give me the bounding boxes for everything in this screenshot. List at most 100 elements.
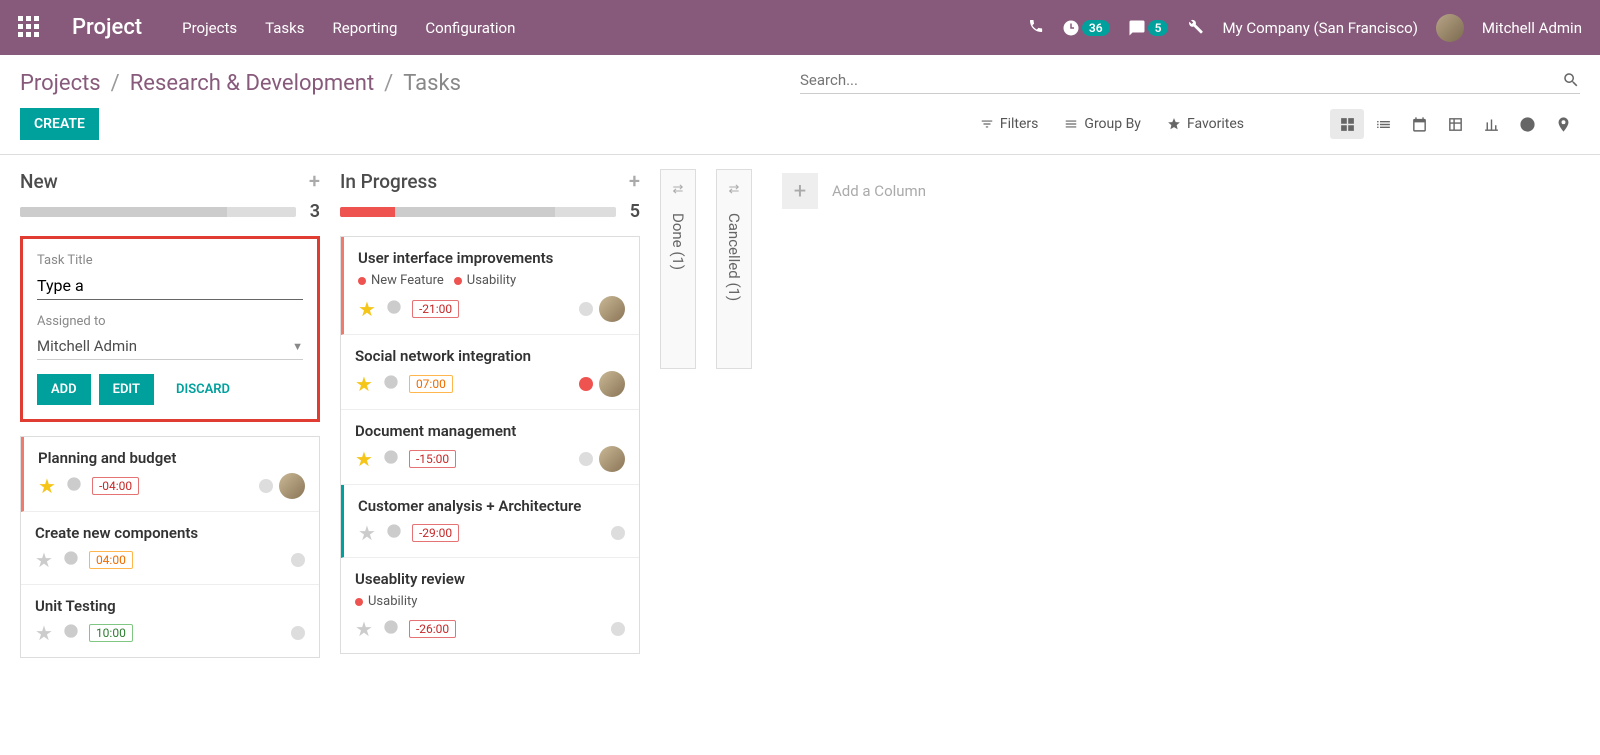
expand-icon: ⇄ (729, 182, 740, 197)
search-icon[interactable] (1562, 71, 1580, 89)
edit-button[interactable]: EDIT (99, 374, 154, 405)
card-title: User interface improvements (358, 249, 625, 267)
status-dot[interactable] (611, 526, 625, 540)
card-title: Unit Testing (35, 597, 305, 615)
card-title: Useablity review (355, 570, 625, 588)
star-icon[interactable]: ★ (35, 621, 53, 645)
task-title-label: Task Title (37, 253, 303, 268)
activity-icon[interactable]: 36 (1062, 19, 1110, 37)
add-column[interactable]: + Add a Column (772, 169, 936, 213)
column-inprogress: In Progress+ 5 User interface improvemen… (340, 169, 640, 654)
clock-icon[interactable] (383, 449, 399, 469)
kanban-card[interactable]: Create new components★04:00 (21, 512, 319, 585)
plus-icon: + (782, 173, 818, 209)
star-icon[interactable]: ★ (38, 474, 56, 498)
create-button[interactable]: CREATE (20, 108, 99, 140)
column-done-folded[interactable]: ⇄ Done (1) (660, 169, 696, 369)
progress-bar (340, 207, 616, 217)
clock-icon[interactable] (383, 374, 399, 394)
filters-button[interactable]: Filters (980, 116, 1039, 132)
assignee-avatar-icon[interactable] (599, 296, 625, 322)
kanban-card[interactable]: Social network integration★07:00 (341, 335, 639, 410)
status-dot[interactable] (579, 452, 593, 466)
quick-create-form: Task Title Assigned to Mitchell Admin▼ A… (20, 236, 320, 422)
view-activity-icon[interactable] (1510, 109, 1544, 139)
clock-icon[interactable] (63, 623, 79, 643)
column-count: 3 (310, 201, 320, 222)
star-icon[interactable]: ★ (355, 447, 373, 471)
nav-reporting[interactable]: Reporting (333, 19, 398, 37)
column-cancelled-folded[interactable]: ⇄ Cancelled (1) (716, 169, 752, 369)
kanban-card[interactable]: Useablity reviewUsability★-26:00 (341, 558, 639, 653)
add-button[interactable]: ADD (37, 374, 91, 405)
star-icon[interactable]: ★ (355, 372, 373, 396)
clock-icon[interactable] (386, 299, 402, 319)
discard-button[interactable]: DISCARD (162, 374, 244, 405)
bc-project[interactable]: Research & Development (130, 71, 374, 96)
nav-projects[interactable]: Projects (182, 19, 237, 37)
progress-bar (20, 207, 296, 217)
apps-icon[interactable] (18, 16, 42, 40)
time-badge: -26:00 (409, 620, 456, 638)
star-icon[interactable]: ★ (35, 548, 53, 572)
status-dot[interactable] (579, 377, 593, 391)
view-calendar-icon[interactable] (1402, 109, 1436, 139)
kanban-card[interactable]: Planning and budget★-04:00 (21, 437, 319, 512)
assignee-avatar-icon[interactable] (599, 371, 625, 397)
bc-projects[interactable]: Projects (20, 71, 101, 96)
add-card-icon[interactable]: + (309, 169, 320, 193)
assigned-select[interactable]: Mitchell Admin▼ (37, 333, 303, 360)
search-input[interactable] (800, 71, 1562, 89)
chat-icon[interactable]: 5 (1128, 19, 1169, 37)
column-title[interactable]: New (20, 170, 58, 193)
wrench-icon[interactable] (1186, 17, 1204, 39)
view-graph-icon[interactable] (1474, 109, 1508, 139)
status-dot[interactable] (259, 479, 273, 493)
view-kanban-icon[interactable] (1330, 109, 1364, 139)
status-dot[interactable] (291, 553, 305, 567)
view-map-icon[interactable] (1546, 109, 1580, 139)
kanban-card[interactable]: Unit Testing★10:00 (21, 585, 319, 657)
view-list-icon[interactable] (1366, 109, 1400, 139)
kanban-card[interactable]: Customer analysis + Architecture★-29:00 (341, 485, 639, 558)
phone-icon[interactable] (1028, 18, 1044, 38)
cards-list-new: Planning and budget★-04:00Create new com… (20, 436, 320, 658)
chevron-down-icon: ▼ (292, 340, 303, 353)
clock-icon[interactable] (66, 476, 82, 496)
cards-list-inprogress: User interface improvements New Feature Us… (340, 236, 640, 654)
status-dot[interactable] (291, 626, 305, 640)
assigned-label: Assigned to (37, 314, 303, 329)
status-dot[interactable] (579, 302, 593, 316)
chat-badge: 5 (1148, 20, 1169, 36)
column-new: New + 3 Task Title Assigned to Mitchell A… (20, 169, 320, 658)
view-pivot-icon[interactable] (1438, 109, 1472, 139)
star-icon[interactable]: ★ (358, 521, 376, 545)
card-title: Planning and budget (38, 449, 305, 467)
star-icon[interactable]: ★ (355, 617, 373, 641)
nav-tasks[interactable]: Tasks (265, 19, 304, 37)
clock-icon[interactable] (63, 550, 79, 570)
tag: New Feature (358, 273, 444, 288)
add-card-icon[interactable]: + (629, 169, 640, 193)
clock-icon[interactable] (383, 619, 399, 639)
time-badge: 04:00 (89, 551, 133, 569)
kanban-card[interactable]: User interface improvementsNew FeatureUs… (341, 237, 639, 335)
brand[interactable]: Project (72, 15, 142, 40)
clock-icon[interactable] (386, 523, 402, 543)
status-dot[interactable] (611, 622, 625, 636)
kanban-card[interactable]: Document management★-15:00 (341, 410, 639, 485)
card-title: Social network integration (355, 347, 625, 365)
user-menu[interactable]: Mitchell Admin (1482, 19, 1582, 37)
card-title: Document management (355, 422, 625, 440)
groupby-button[interactable]: Group By (1064, 116, 1141, 132)
assignee-avatar-icon[interactable] (279, 473, 305, 499)
star-icon[interactable]: ★ (358, 297, 376, 321)
breadcrumb: Projects / Research & Development / Task… (20, 71, 461, 96)
company-selector[interactable]: My Company (San Francisco) (1222, 19, 1417, 37)
task-title-input[interactable] (37, 272, 303, 300)
user-avatar-icon[interactable] (1436, 14, 1464, 42)
nav-configuration[interactable]: Configuration (425, 19, 515, 37)
favorites-button[interactable]: Favorites (1167, 116, 1244, 132)
assignee-avatar-icon[interactable] (599, 446, 625, 472)
column-title[interactable]: In Progress (340, 170, 437, 193)
